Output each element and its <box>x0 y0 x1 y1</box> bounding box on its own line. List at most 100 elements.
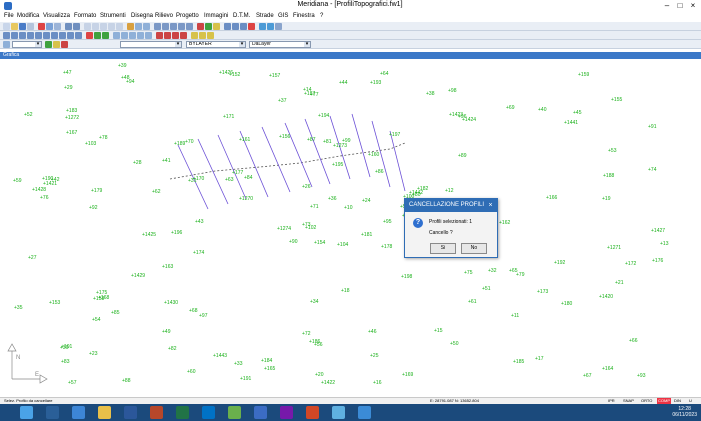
file-explorer-icon[interactable] <box>98 406 111 419</box>
menu-finestra[interactable]: Finestra <box>293 13 315 19</box>
explode-icon[interactable] <box>86 32 93 39</box>
menu-modifica[interactable]: Modifica <box>17 13 39 19</box>
fillet-icon[interactable] <box>67 32 74 39</box>
access-icon[interactable] <box>150 406 163 419</box>
circle-icon[interactable] <box>108 23 115 30</box>
layer-lock-icon[interactable] <box>61 41 68 48</box>
powerpoint-icon[interactable] <box>306 406 319 419</box>
mirror-icon[interactable] <box>35 32 42 39</box>
menu-progetto[interactable]: Progetto <box>176 13 199 19</box>
layer-manager-icon[interactable] <box>3 41 10 48</box>
menu-strade[interactable]: Strade <box>256 13 274 19</box>
zoom-window-icon[interactable] <box>170 23 177 30</box>
contour-icon[interactable] <box>207 32 214 39</box>
layer-on-icon[interactable] <box>45 41 52 48</box>
offset-icon[interactable] <box>43 32 50 39</box>
drawing-canvas[interactable]: N E +104 +103 +102 +101 +100 +97 +98 +99 +96 +95 +… <box>0 59 701 397</box>
ortho-icon[interactable] <box>240 23 247 30</box>
array-icon[interactable] <box>113 32 120 39</box>
polygon-icon[interactable] <box>180 32 187 39</box>
help-icon[interactable] <box>275 23 282 30</box>
print-icon[interactable] <box>27 23 34 30</box>
redraw-icon[interactable] <box>259 23 266 30</box>
paste-icon[interactable] <box>54 23 61 30</box>
color-combo[interactable]: ▾ <box>120 41 182 48</box>
menu-disegna[interactable]: Disegna <box>131 13 153 19</box>
clock[interactable]: 12:28 06/11/2023 <box>672 406 697 418</box>
pan-icon[interactable] <box>178 23 185 30</box>
block-icon[interactable] <box>94 32 101 39</box>
break-icon[interactable] <box>129 32 136 39</box>
maximize-button[interactable]: □ <box>673 0 687 11</box>
point-icon[interactable] <box>156 32 163 39</box>
menu-immagini[interactable]: Immagini <box>204 13 228 19</box>
redo-icon[interactable] <box>73 23 80 30</box>
outlook-icon[interactable] <box>202 406 215 419</box>
undo-icon[interactable] <box>65 23 72 30</box>
menu-dtm[interactable]: D.T.M. <box>233 13 250 19</box>
new-file-icon[interactable] <box>3 23 10 30</box>
bylayer-combo[interactable]: BYLAYER ▾ <box>186 41 246 48</box>
divide-icon[interactable] <box>145 32 152 39</box>
menu-strumenti[interactable]: Strumenti <box>100 13 126 19</box>
copy-icon[interactable] <box>46 23 53 30</box>
browser-icon[interactable] <box>72 406 85 419</box>
grid-icon[interactable] <box>232 23 239 30</box>
section-icon[interactable] <box>199 32 206 39</box>
stretch-icon[interactable] <box>121 32 128 39</box>
rectangle-icon[interactable] <box>100 23 107 30</box>
layer-combo[interactable]: ▾ <box>12 41 42 48</box>
ellipse-icon[interactable] <box>172 32 179 39</box>
excel-icon[interactable] <box>176 406 189 419</box>
save-icon[interactable] <box>19 23 26 30</box>
trim-icon[interactable] <box>51 32 58 39</box>
hatch-icon[interactable] <box>135 23 142 30</box>
zoom-extents-icon[interactable] <box>186 23 193 30</box>
spline-icon[interactable] <box>164 32 171 39</box>
publisher-icon[interactable] <box>280 406 293 419</box>
properties-icon[interactable] <box>205 23 212 30</box>
arc-icon[interactable] <box>116 23 123 30</box>
meridiana-app-icon[interactable] <box>228 406 241 419</box>
linetype-combo[interactable]: DaLayer ▾ <box>249 41 311 48</box>
menu-help[interactable]: ? <box>320 13 323 19</box>
layer-freeze-icon[interactable] <box>53 41 60 48</box>
menu-visualizza[interactable]: Visualizza <box>43 13 70 19</box>
app-icon-2[interactable] <box>254 406 267 419</box>
insert-icon[interactable] <box>102 32 109 39</box>
line-icon[interactable] <box>84 23 91 30</box>
regen-icon[interactable] <box>267 23 274 30</box>
zoom-out-icon[interactable] <box>162 23 169 30</box>
scale-icon[interactable] <box>27 32 34 39</box>
app-icon-3[interactable] <box>332 406 345 419</box>
text-icon[interactable] <box>127 23 134 30</box>
no-button[interactable]: No <box>461 243 487 254</box>
join-icon[interactable] <box>137 32 144 39</box>
word-icon[interactable] <box>124 406 137 419</box>
app-icon-4[interactable] <box>358 406 371 419</box>
dialog-close-button[interactable]: × <box>486 201 495 210</box>
move-icon[interactable] <box>11 32 18 39</box>
select-icon[interactable] <box>3 32 10 39</box>
measure-icon[interactable] <box>213 23 220 30</box>
cut-icon[interactable] <box>38 23 45 30</box>
menu-formato[interactable]: Formato <box>74 13 96 19</box>
extend-icon[interactable] <box>59 32 66 39</box>
zoom-in-icon[interactable] <box>154 23 161 30</box>
start-icon[interactable] <box>20 406 33 419</box>
polyline-icon[interactable] <box>92 23 99 30</box>
close-button[interactable]: × <box>686 0 700 11</box>
yes-button[interactable]: Si <box>430 243 456 254</box>
chamfer-icon[interactable] <box>75 32 82 39</box>
rotate-icon[interactable] <box>19 32 26 39</box>
menu-gis[interactable]: GIS <box>278 13 288 19</box>
task-view-icon[interactable] <box>46 406 59 419</box>
layer-icon[interactable] <box>197 23 204 30</box>
menu-file[interactable]: File <box>4 13 14 19</box>
profile-icon[interactable] <box>191 32 198 39</box>
snap-icon[interactable] <box>224 23 231 30</box>
erase-icon[interactable] <box>248 23 255 30</box>
minimize-button[interactable]: – <box>660 0 674 11</box>
menu-rilievo[interactable]: Rilievo <box>155 13 173 19</box>
open-folder-icon[interactable] <box>11 23 18 30</box>
